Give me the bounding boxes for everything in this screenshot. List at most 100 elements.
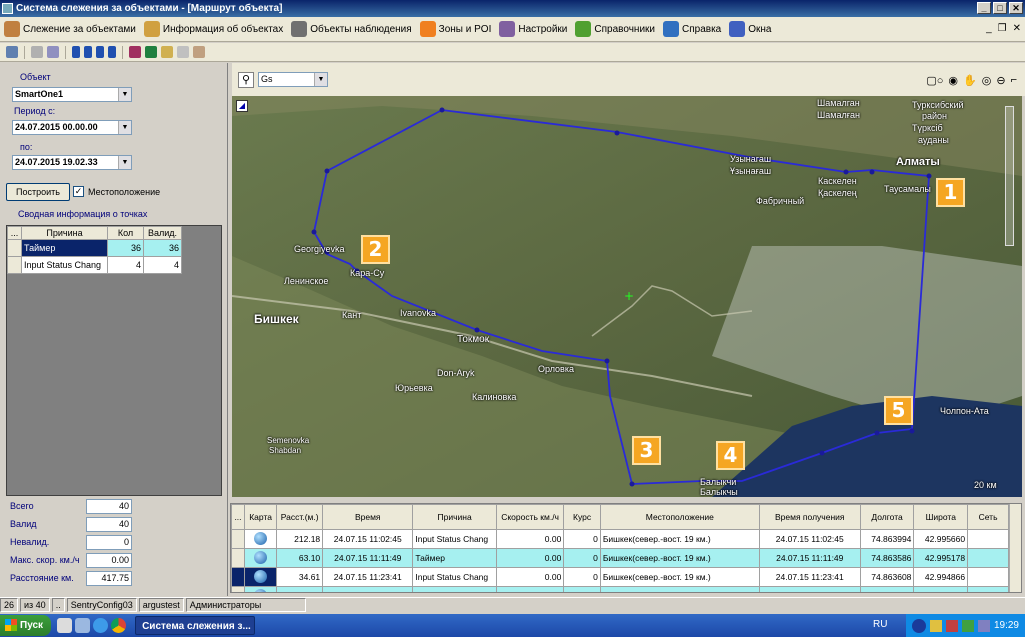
filter-icon[interactable] <box>161 46 173 58</box>
grid-header-6[interactable]: Курс <box>563 504 601 530</box>
cell-lat: 42.995178 <box>913 548 969 568</box>
globe-icon[interactable] <box>254 588 268 592</box>
grid-header-3[interactable]: Время <box>322 504 414 530</box>
chevron-down-icon[interactable]: ▼ <box>118 88 131 101</box>
search-icon[interactable]: ⚲ <box>238 72 254 88</box>
menu-item-5[interactable]: Справочники <box>571 18 659 40</box>
grid-header-10[interactable]: Широта <box>913 504 969 530</box>
menu-item-0[interactable]: Слежение за объектами <box>0 18 140 40</box>
build-button[interactable]: Построить <box>6 183 70 201</box>
chevron-down-icon[interactable]: ▼ <box>118 156 131 169</box>
summary-row[interactable]: Таймер 36 36 <box>7 239 182 257</box>
menu-item-2[interactable]: Объекты наблюдения <box>287 18 415 40</box>
next-icon[interactable] <box>96 46 104 58</box>
chevron-down-icon[interactable]: ▼ <box>118 121 131 134</box>
location-checkbox[interactable]: ✓ <box>73 186 84 197</box>
print-icon[interactable] <box>6 46 18 58</box>
grid-header-2[interactable]: Расст.(м.) <box>276 504 324 530</box>
tray-icon[interactable] <box>945 619 958 632</box>
mdi-close-button[interactable]: ✕ <box>1013 23 1021 34</box>
grid-scrollbar[interactable] <box>1009 504 1021 592</box>
close-button[interactable]: ✕ <box>1009 2 1023 14</box>
grid-header-0[interactable]: ... <box>231 504 245 530</box>
globe-icon[interactable] <box>254 531 268 545</box>
start-button[interactable]: Пуск <box>0 615 52 636</box>
table-row[interactable]: 34.61 24.07.15 11:23:41 Input Status Chang… <box>231 567 1009 587</box>
route-marker[interactable]: 1 <box>936 178 965 207</box>
copy-icon[interactable] <box>47 46 59 58</box>
summary-header-valid[interactable]: Валид. <box>143 226 182 240</box>
menu-item-6[interactable]: Справка <box>659 18 725 40</box>
maximize-button[interactable]: □ <box>993 2 1007 14</box>
language-indicator[interactable]: RU <box>873 619 887 630</box>
last-icon[interactable] <box>108 46 116 58</box>
radio-tool-icon[interactable]: ◉ <box>948 74 958 87</box>
grid-header-9[interactable]: Долгота <box>859 504 915 530</box>
location-label: Местоположение <box>88 187 161 197</box>
table-row[interactable]: 212.18 24.07.15 11:02:45 Input Status Chan… <box>231 529 1009 549</box>
map-layer-select[interactable]: Gs ▼ <box>258 72 328 87</box>
map-corner-icon[interactable]: ◢ <box>236 100 248 112</box>
tray-icon[interactable] <box>977 619 990 632</box>
summary-header-reason[interactable]: Причина <box>21 226 108 240</box>
grid-header-8[interactable]: Время получения <box>758 504 861 530</box>
chrome-icon[interactable] <box>111 618 127 633</box>
excel-icon[interactable] <box>145 46 157 58</box>
globe-icon[interactable] <box>254 569 268 583</box>
taskbar-app-button[interactable]: Система слежения з... <box>135 616 256 635</box>
zoom-out-icon[interactable]: ⊖ <box>996 74 1005 87</box>
filter-edit-icon[interactable] <box>193 46 205 58</box>
grid-header-4[interactable]: Причина <box>412 504 497 530</box>
place-label: ауданы <box>918 135 949 145</box>
tray-icon[interactable] <box>929 619 942 632</box>
ie-icon[interactable] <box>93 618 109 633</box>
route-marker[interactable]: 2 <box>361 235 390 264</box>
minimize-button[interactable]: _ <box>977 2 991 14</box>
route-marker[interactable]: 5 <box>884 396 913 425</box>
zoom-slider[interactable] <box>1005 106 1014 246</box>
menu-item-1[interactable]: Информация об объектах <box>140 18 287 40</box>
menu-item-7[interactable]: Окна <box>725 18 775 40</box>
mdi-restore-button[interactable]: ❐ <box>998 23 1007 34</box>
prev-icon[interactable] <box>84 46 92 58</box>
place-label: Шамалған <box>817 110 860 120</box>
valid-label: Валид <box>10 519 37 529</box>
chevron-down-icon[interactable]: ▼ <box>314 73 327 86</box>
route-marker[interactable]: 3 <box>632 436 661 465</box>
table-icon[interactable] <box>129 46 141 58</box>
summary-header-count[interactable]: Кол <box>107 226 144 240</box>
measure-icon[interactable]: ⌐ <box>1011 74 1017 87</box>
period-from-picker[interactable]: 24.07.2015 00.00.00 ▼ <box>12 120 132 135</box>
grid-header-7[interactable]: Местоположение <box>599 504 760 530</box>
table-row[interactable]: 63.10 24.07.15 11:11:49 Таймер 0.00 0 Бишкек(… <box>231 548 1009 568</box>
first-icon[interactable] <box>72 46 80 58</box>
map-cell[interactable] <box>243 529 278 549</box>
quicklaunch-desktop-icon[interactable] <box>75 618 91 633</box>
map-cell[interactable] <box>243 586 278 592</box>
print-preview-icon[interactable] <box>31 46 43 58</box>
grid-header-1[interactable]: Карта <box>243 504 278 530</box>
select-tool-icon[interactable]: ▢○ <box>926 74 943 87</box>
tray-icon[interactable] <box>961 619 974 632</box>
globe-icon[interactable] <box>254 550 268 564</box>
map-cell[interactable] <box>243 548 278 568</box>
mdi-minimize-button[interactable]: _ <box>986 23 992 34</box>
map-cell[interactable] <box>243 567 278 587</box>
object-select[interactable]: SmartOne1 ▼ <box>12 87 132 102</box>
quicklaunch-explorer-icon[interactable] <box>57 618 73 633</box>
summary-row[interactable]: Input Status Chang 4 4 <box>7 256 182 274</box>
filter-clear-icon[interactable] <box>177 46 189 58</box>
summary-header-dots[interactable]: ... <box>7 226 22 240</box>
route-marker[interactable]: 4 <box>716 441 745 470</box>
map-view[interactable]: + ◢ 1 2 3 4 5 Шамалган Шамалған Турксибс… <box>232 96 1022 497</box>
grid-header-11[interactable]: Сеть <box>967 504 1009 530</box>
menu-item-4[interactable]: Настройки <box>495 18 571 40</box>
zoom-in-icon[interactable]: ◎ <box>982 74 992 87</box>
map-scale-label: 20 км <box>974 480 997 490</box>
menu-item-3[interactable]: Зоны и POI <box>416 18 496 40</box>
help-icon[interactable] <box>911 618 926 633</box>
table-row[interactable]: 2 393.6424.07.15 11:36:55Таймер0.000Бишк… <box>231 586 1009 592</box>
grid-header-5[interactable]: Скорость км./ч <box>495 504 565 530</box>
hand-icon[interactable]: ✋ <box>963 74 977 87</box>
period-to-picker[interactable]: 24.07.2015 19.02.33 ▼ <box>12 155 132 170</box>
